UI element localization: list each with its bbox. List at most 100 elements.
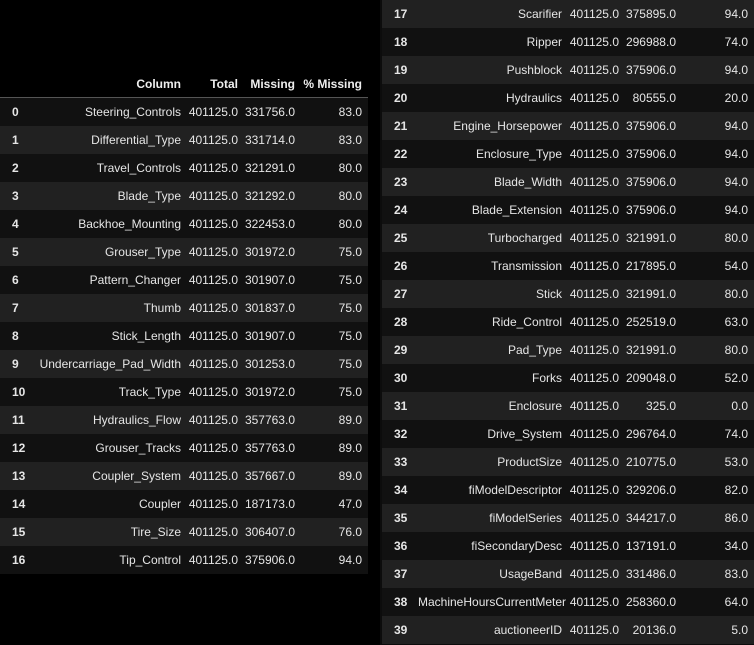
row-index: 5 <box>0 238 36 266</box>
column-name: Stick <box>418 280 568 308</box>
pct-missing-value: 5.0 <box>682 616 754 644</box>
pct-missing-value: 94.0 <box>682 168 754 196</box>
total-value: 401125.0 <box>568 392 625 420</box>
table-row: 29 Pad_Type 401125.0 321991.0 80.0 <box>382 336 754 364</box>
pct-missing-value: 76.0 <box>301 518 368 546</box>
header-missing: Missing <box>244 70 301 98</box>
table-row: 23 Blade_Width 401125.0 375906.0 94.0 <box>382 168 754 196</box>
row-index: 23 <box>382 168 418 196</box>
column-name: UsageBand <box>418 560 568 588</box>
column-name: Drive_System <box>418 420 568 448</box>
column-name: fiModelDescriptor <box>418 476 568 504</box>
total-value: 401125.0 <box>187 97 244 126</box>
pct-missing-value: 94.0 <box>682 112 754 140</box>
row-index: 13 <box>0 462 36 490</box>
total-value: 401125.0 <box>568 56 625 84</box>
table-row: 34 fiModelDescriptor 401125.0 329206.0 82.0 <box>382 476 754 504</box>
row-index: 38 <box>382 588 418 616</box>
missing-value: 331714.0 <box>244 126 301 154</box>
total-value: 401125.0 <box>187 462 244 490</box>
table-row: 19 Pushblock 401125.0 375906.0 94.0 <box>382 56 754 84</box>
missing-value: 301907.0 <box>244 266 301 294</box>
missing-value: 210775.0 <box>625 448 682 476</box>
row-index: 2 <box>0 154 36 182</box>
column-name: fiSecondaryDesc <box>418 532 568 560</box>
column-name: Turbocharged <box>418 224 568 252</box>
column-name: Enclosure_Type <box>418 140 568 168</box>
total-value: 401125.0 <box>568 84 625 112</box>
total-value: 401125.0 <box>187 266 244 294</box>
table-row: 36 fiSecondaryDesc 401125.0 137191.0 34.0 <box>382 532 754 560</box>
total-value: 401125.0 <box>187 126 244 154</box>
pct-missing-value: 20.0 <box>682 84 754 112</box>
pct-missing-value: 54.0 <box>682 252 754 280</box>
header-total: Total <box>187 70 244 98</box>
column-name: Transmission <box>418 252 568 280</box>
missing-value: 321991.0 <box>625 336 682 364</box>
total-value: 401125.0 <box>568 224 625 252</box>
pct-missing-value: 82.0 <box>682 476 754 504</box>
row-index: 3 <box>0 182 36 210</box>
missing-value: 375906.0 <box>625 56 682 84</box>
missing-value: 375906.0 <box>625 168 682 196</box>
total-value: 401125.0 <box>568 532 625 560</box>
missing-value: 137191.0 <box>625 532 682 560</box>
column-name: Pad_Type <box>418 336 568 364</box>
column-name: Grouser_Type <box>36 238 187 266</box>
pct-missing-value: 75.0 <box>301 378 368 406</box>
table-row: 15 Tire_Size 401125.0 306407.0 76.0 <box>0 518 368 546</box>
missing-value: 331756.0 <box>244 97 301 126</box>
column-name: Thumb <box>36 294 187 322</box>
missing-value: 301972.0 <box>244 238 301 266</box>
column-name: Enclosure <box>418 392 568 420</box>
missing-value: 375906.0 <box>244 546 301 574</box>
row-index: 7 <box>0 294 36 322</box>
table-row: 8 Stick_Length 401125.0 301907.0 75.0 <box>0 322 368 350</box>
pct-missing-value: 75.0 <box>301 350 368 378</box>
missing-value: 209048.0 <box>625 364 682 392</box>
total-value: 401125.0 <box>568 112 625 140</box>
column-name: Pushblock <box>418 56 568 84</box>
pct-missing-value: 80.0 <box>301 182 368 210</box>
column-name: Ride_Control <box>418 308 568 336</box>
row-index: 18 <box>382 28 418 56</box>
total-value: 401125.0 <box>568 616 625 644</box>
pct-missing-value: 74.0 <box>682 28 754 56</box>
header-column: Column <box>36 70 187 98</box>
row-index: 25 <box>382 224 418 252</box>
table-row: 18 Ripper 401125.0 296988.0 74.0 <box>382 28 754 56</box>
column-name: Ripper <box>418 28 568 56</box>
pct-missing-value: 80.0 <box>301 210 368 238</box>
pct-missing-value: 75.0 <box>301 266 368 294</box>
column-name: Pattern_Changer <box>36 266 187 294</box>
table-row: 16 Tip_Control 401125.0 375906.0 94.0 <box>0 546 368 574</box>
total-value: 401125.0 <box>568 364 625 392</box>
total-value: 401125.0 <box>568 420 625 448</box>
column-name: auctioneerID <box>418 616 568 644</box>
row-index: 6 <box>0 266 36 294</box>
pct-missing-value: 63.0 <box>682 308 754 336</box>
table-row: 13 Coupler_System 401125.0 357667.0 89.0 <box>0 462 368 490</box>
column-name: Tip_Control <box>36 546 187 574</box>
table-row: 22 Enclosure_Type 401125.0 375906.0 94.0 <box>382 140 754 168</box>
pct-missing-value: 80.0 <box>301 154 368 182</box>
table-row: 27 Stick 401125.0 321991.0 80.0 <box>382 280 754 308</box>
column-name: Undercarriage_Pad_Width <box>36 350 187 378</box>
row-index: 26 <box>382 252 418 280</box>
table-row: 4 Backhoe_Mounting 401125.0 322453.0 80.0 <box>0 210 368 238</box>
row-index: 24 <box>382 196 418 224</box>
total-value: 401125.0 <box>187 518 244 546</box>
missing-value: 80555.0 <box>625 84 682 112</box>
row-index: 0 <box>0 97 36 126</box>
pct-missing-value: 94.0 <box>682 56 754 84</box>
missing-value: 301837.0 <box>244 294 301 322</box>
missing-value: 325.0 <box>625 392 682 420</box>
table-row: 5 Grouser_Type 401125.0 301972.0 75.0 <box>0 238 368 266</box>
missing-value: 331486.0 <box>625 560 682 588</box>
total-value: 401125.0 <box>568 140 625 168</box>
row-index: 21 <box>382 112 418 140</box>
pct-missing-value: 75.0 <box>301 238 368 266</box>
pct-missing-value: 89.0 <box>301 406 368 434</box>
missing-value: 258360.0 <box>625 588 682 616</box>
pct-missing-value: 83.0 <box>301 97 368 126</box>
